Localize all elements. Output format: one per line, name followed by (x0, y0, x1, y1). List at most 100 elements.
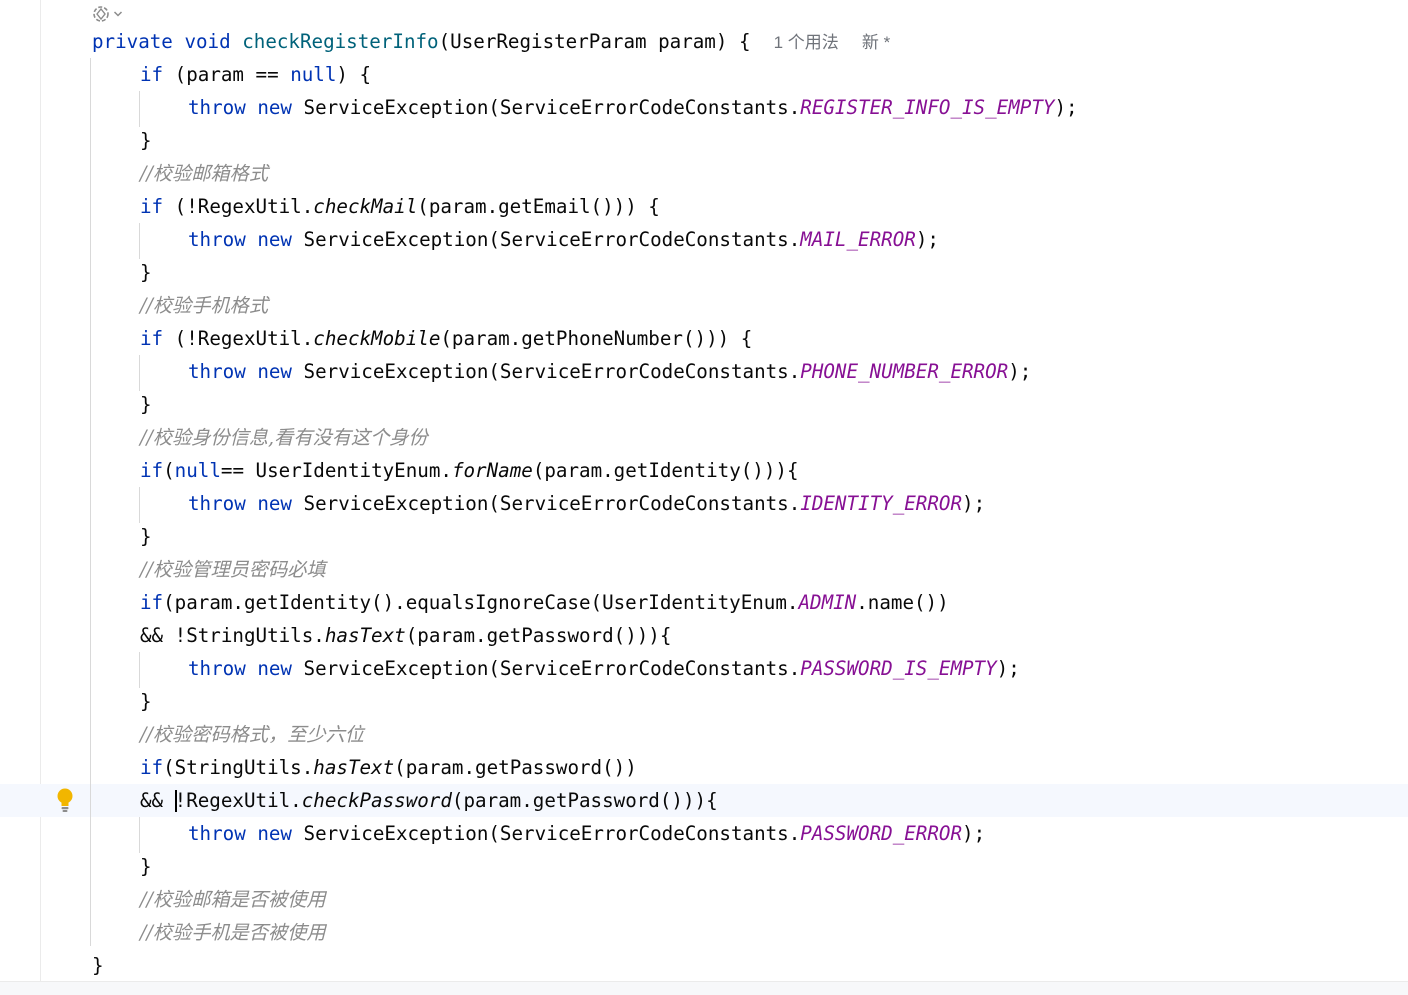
code-comment: //校验邮箱是否被使用 (140, 888, 326, 911)
code-line[interactable]: throw new ServiceException(ServiceErrorC… (188, 817, 985, 850)
keyword-throw: throw (188, 228, 246, 251)
code-text: (param.getPhoneNumber())) { (440, 327, 753, 350)
method-name: checkRegisterInfo (242, 30, 439, 53)
keyword-new: new (257, 96, 292, 119)
code-text: (param.getEmail())) { (417, 195, 660, 218)
usages-inlay-hint[interactable]: 1 个用法 (774, 33, 839, 52)
method-params: (UserRegisterParam param) { (438, 30, 751, 53)
code-text: ServiceException(ServiceErrorCodeConstan… (303, 228, 801, 251)
code-text: ( (163, 459, 175, 482)
code-line-comment[interactable]: //校验密码格式，至少六位 (140, 718, 364, 751)
code-text: && (140, 789, 175, 812)
code-line[interactable]: throw new ServiceException(ServiceErrorC… (188, 91, 1078, 124)
author-inlay-hint[interactable]: 新 * (862, 33, 890, 52)
method-call: forName (451, 459, 533, 482)
code-text: !RegexUtil. (174, 789, 302, 812)
code-line[interactable]: } (140, 124, 152, 157)
keyword-new: new (257, 492, 292, 515)
keyword-if: if (140, 63, 164, 86)
keyword-new: new (257, 360, 292, 383)
code-line[interactable]: } (140, 520, 152, 553)
code-text: ServiceException(ServiceErrorCodeConstan… (303, 96, 801, 119)
code-line-comment[interactable]: //校验身份信息,看有没有这个身份 (140, 421, 428, 454)
keyword-throw: throw (188, 492, 246, 515)
code-line[interactable]: if(StringUtils.hasText(param.getPassword… (140, 751, 637, 784)
closing-brace: } (140, 393, 152, 416)
ai-assistant-icon[interactable] (91, 3, 129, 25)
keyword-new: new (257, 822, 292, 845)
code-text: (param.getPassword())){ (451, 789, 718, 812)
code-line-comment[interactable]: //校验邮箱格式 (140, 157, 268, 190)
code-text: ); (1054, 96, 1078, 119)
method-call: checkMail (313, 195, 418, 218)
code-editor[interactable]: private void checkRegisterInfo(UserRegis… (0, 0, 1408, 995)
keyword-private: private (92, 30, 173, 53)
indent-guide (139, 223, 140, 259)
code-comment: //校验邮箱格式 (140, 162, 269, 185)
keyword-if: if (140, 591, 164, 614)
lightbulb-icon[interactable] (55, 787, 75, 813)
code-line[interactable]: if (!RegexUtil.checkMail(param.getEmail(… (140, 190, 660, 223)
method-call: hasText (313, 756, 395, 779)
code-text: (!RegexUtil. (163, 195, 314, 218)
code-line[interactable]: } (140, 256, 152, 289)
code-text: (param.getPassword()) (394, 756, 637, 779)
method-call: checkPassword (301, 789, 452, 812)
method-call: checkMobile (313, 327, 441, 350)
code-text: ) { (336, 63, 372, 86)
constant-name: PHONE_NUMBER_ERROR (800, 360, 1009, 383)
code-line[interactable]: throw new ServiceException(ServiceErrorC… (188, 487, 985, 520)
constant-name: ADMIN (798, 591, 857, 614)
ai-assistant-icon-glyph (93, 6, 109, 22)
code-line[interactable]: } (140, 850, 152, 883)
closing-brace: } (140, 525, 152, 548)
constant-name: IDENTITY_ERROR (800, 492, 963, 515)
keyword-if: if (140, 459, 164, 482)
keyword-if: if (140, 327, 164, 350)
code-line[interactable]: if (param == null) { (140, 58, 371, 91)
constant-name: PASSWORD_IS_EMPTY (800, 657, 997, 680)
code-line[interactable]: throw new ServiceException(ServiceErrorC… (188, 355, 1031, 388)
code-line[interactable]: if(param.getIdentity().equalsIgnoreCase(… (140, 586, 949, 619)
chevron-down-icon (113, 11, 123, 17)
indent-guide (139, 355, 140, 391)
keyword-null: null (290, 63, 337, 86)
code-comment: //校验手机格式 (140, 294, 269, 317)
code-text: ); (962, 822, 986, 845)
code-text: (param == (163, 63, 291, 86)
code-line-comment[interactable]: //校验管理员密码必填 (140, 553, 326, 586)
code-text: (!RegexUtil. (163, 327, 314, 350)
code-line-current[interactable]: && !RegexUtil.checkPassword(param.getPas… (140, 784, 718, 817)
code-text: ServiceException(ServiceErrorCodeConstan… (303, 492, 801, 515)
code-line-comment[interactable]: //校验手机格式 (140, 289, 268, 322)
code-line[interactable]: if (!RegexUtil.checkMobile(param.getPhon… (140, 322, 752, 355)
constant-name: REGISTER_INFO_IS_EMPTY (800, 96, 1055, 119)
keyword-void: void (184, 30, 231, 53)
code-text: ServiceException(ServiceErrorCodeConstan… (303, 822, 801, 845)
keyword-throw: throw (188, 96, 246, 119)
code-text: .name()) (856, 591, 949, 614)
code-text: ); (996, 657, 1020, 680)
code-text: ServiceException(ServiceErrorCodeConstan… (303, 657, 801, 680)
keyword-throw: throw (188, 657, 246, 680)
code-text: == UserIdentityEnum. (220, 459, 452, 482)
indent-guide (139, 487, 140, 523)
code-line[interactable]: throw new ServiceException(ServiceErrorC… (188, 652, 1020, 685)
code-line[interactable]: } (140, 388, 152, 421)
code-text: ); (962, 492, 986, 515)
code-line-signature[interactable]: private void checkRegisterInfo(UserRegis… (92, 25, 890, 58)
code-line[interactable]: } (92, 949, 104, 982)
code-comment: //校验密码格式，至少六位 (140, 723, 364, 746)
indent-guide (139, 652, 140, 688)
closing-brace: } (140, 129, 152, 152)
code-line-comment[interactable]: //校验邮箱是否被使用 (140, 883, 326, 916)
code-line[interactable]: throw new ServiceException(ServiceErrorC… (188, 223, 939, 256)
closing-brace: } (140, 855, 152, 878)
code-text: ); (915, 228, 939, 251)
code-line[interactable]: && !StringUtils.hasText(param.getPasswor… (140, 619, 671, 652)
code-line[interactable]: if(null== UserIdentityEnum.forName(param… (140, 454, 799, 487)
indent-guide (139, 91, 140, 127)
code-line-comment[interactable]: //校验手机是否被使用 (140, 916, 326, 949)
code-line[interactable]: } (140, 685, 152, 718)
text-caret (174, 789, 177, 812)
